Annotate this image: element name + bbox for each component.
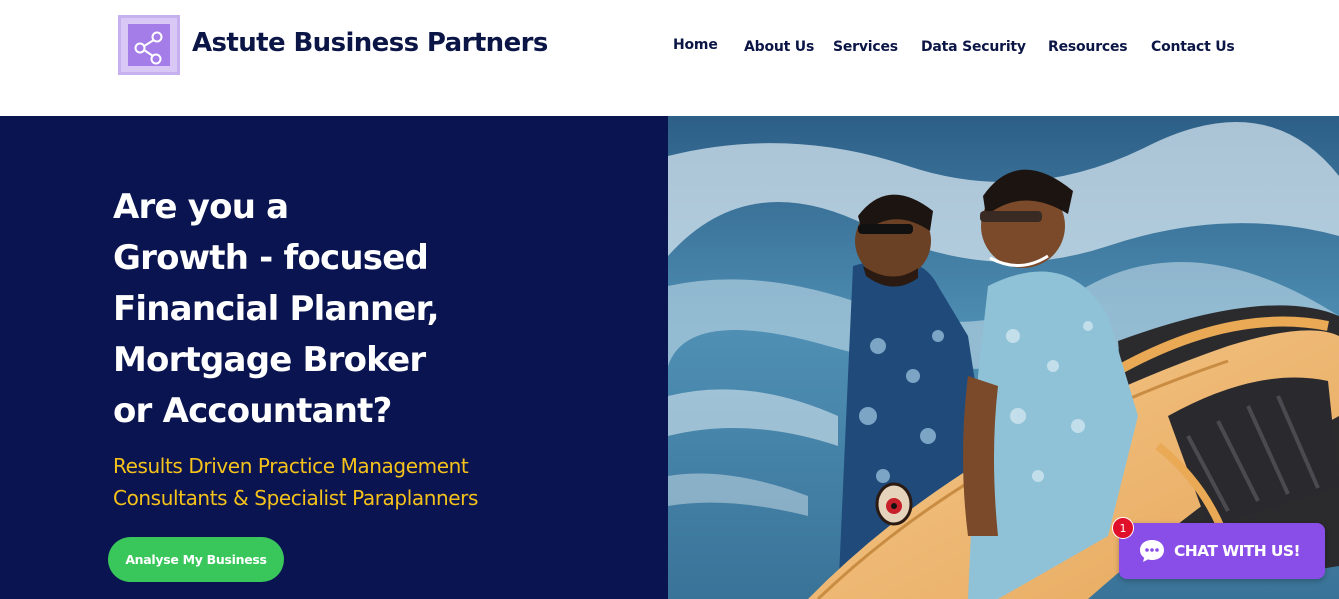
hero-title-line: Growth - focused <box>113 238 429 278</box>
nav-item-about-us[interactable]: About Us <box>744 39 814 55</box>
chat-with-us-button[interactable]: CHAT WITH US! <box>1119 523 1325 579</box>
site-header: Astute Business Partners Home About Us S… <box>0 0 1339 116</box>
hero-subtitle-line: Results Driven Practice Management <box>113 454 469 478</box>
hero-text-panel: Are you a Growth - focused Financial Pla… <box>0 116 668 599</box>
hero-title: Are you a Growth - focused Financial Pla… <box>113 182 653 437</box>
notification-badge: 1 <box>1112 517 1134 539</box>
hero-title-line: Are you a <box>113 187 289 227</box>
main-nav: Home About Us Services Data Security Res… <box>0 36 1339 60</box>
nav-item-data-security[interactable]: Data Security <box>921 39 1026 55</box>
nav-item-services[interactable]: Services <box>833 39 898 55</box>
hero-title-line: Financial Planner, <box>113 289 440 329</box>
chat-bubble-icon <box>1140 540 1164 562</box>
chat-label: CHAT WITH US! <box>1174 542 1301 560</box>
hero-title-line: or Accountant? <box>113 391 392 431</box>
hero-subtitle: Results Driven Practice Management Consu… <box>113 450 633 514</box>
analyse-my-business-button[interactable]: Analyse My Business <box>108 537 284 582</box>
hero-title-line: Mortgage Broker <box>113 340 426 380</box>
nav-item-resources[interactable]: Resources <box>1048 39 1128 55</box>
nav-item-contact-us[interactable]: Contact Us <box>1151 39 1235 55</box>
nav-item-home[interactable]: Home <box>673 37 718 53</box>
hero-subtitle-line: Consultants & Specialist Paraplanners <box>113 486 479 510</box>
